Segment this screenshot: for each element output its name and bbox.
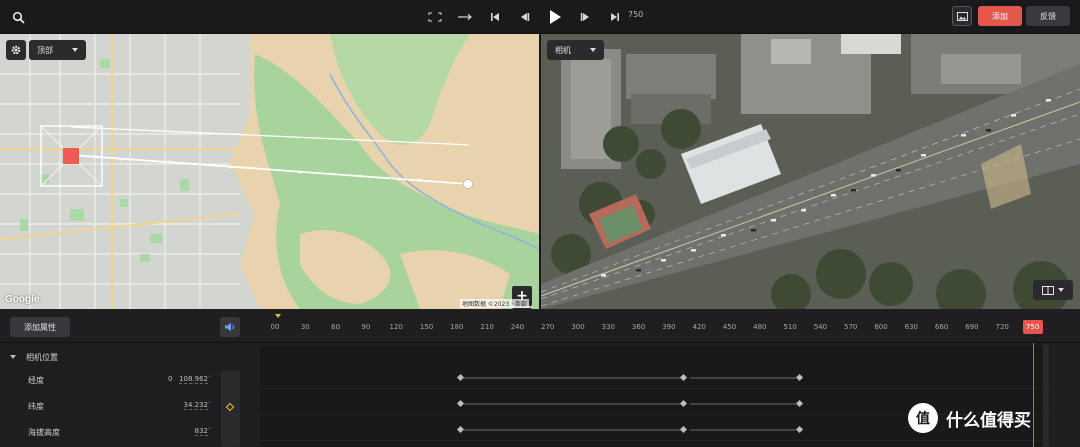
ruler-tick: 390 bbox=[662, 323, 676, 331]
property-name: 经度 bbox=[28, 376, 44, 385]
skip-to-end-icon[interactable] bbox=[600, 6, 630, 28]
stepper-icon[interactable]: ⌃ bbox=[207, 401, 212, 408]
gear-icon bbox=[11, 45, 21, 55]
ruler-tick: 240 bbox=[510, 323, 525, 331]
step-back-icon[interactable] bbox=[510, 6, 540, 28]
ruler-tick: 600 bbox=[874, 323, 888, 331]
search-icon[interactable] bbox=[12, 10, 26, 24]
group-camera-position[interactable]: 相机位置 bbox=[0, 348, 260, 366]
property-value[interactable]: 34.232 bbox=[183, 401, 208, 410]
property-name: 海拔高度 bbox=[28, 428, 60, 437]
ruler-tick: 60 bbox=[331, 323, 341, 331]
start-marker[interactable] bbox=[275, 314, 281, 318]
keyframe[interactable] bbox=[795, 425, 804, 434]
ruler-tick: 120 bbox=[389, 323, 403, 331]
loop-range-icon[interactable] bbox=[450, 6, 480, 28]
caret-down-icon[interactable] bbox=[10, 355, 16, 359]
chevron-down-icon bbox=[1058, 288, 1064, 292]
track-longitude[interactable] bbox=[260, 367, 1050, 389]
satellite-imagery bbox=[541, 34, 1080, 309]
playback-controls bbox=[420, 6, 630, 28]
view-mode-select[interactable]: 顶部 bbox=[29, 40, 86, 60]
keyframe-diamond-icon bbox=[225, 402, 235, 412]
audio-toggle-button[interactable] bbox=[220, 317, 240, 337]
feedback-button[interactable]: 反馈 bbox=[1026, 6, 1070, 26]
step-forward-icon[interactable] bbox=[570, 6, 600, 28]
ruler-tick: 30 bbox=[300, 323, 310, 331]
stepper-icon[interactable]: ⌃ bbox=[207, 427, 212, 434]
add-button[interactable]: 添加 bbox=[978, 6, 1022, 26]
keyframe[interactable] bbox=[456, 425, 465, 434]
add-keyframe-button[interactable] bbox=[221, 371, 240, 447]
ruler-tick: 540 bbox=[813, 323, 828, 331]
ruler-tick: 630 bbox=[904, 323, 918, 331]
ruler-tick: 360 bbox=[631, 323, 646, 331]
site-watermark: 值 什么值得买 bbox=[908, 400, 1078, 436]
play-icon[interactable] bbox=[540, 6, 570, 28]
top-toolbar: 750 添加 反馈 bbox=[0, 0, 1080, 34]
keyframe[interactable] bbox=[679, 373, 688, 382]
watermark-text: 什么值得买 bbox=[946, 410, 1031, 431]
ruler-tick: 720 bbox=[995, 323, 1009, 331]
fullscreen-icon[interactable] bbox=[420, 6, 450, 28]
keyframe[interactable] bbox=[679, 425, 688, 434]
ruler-tick: 150 bbox=[419, 323, 434, 331]
ruler-tick: 450 bbox=[722, 323, 737, 331]
split-view-icon bbox=[1042, 285, 1054, 295]
keyframe[interactable] bbox=[456, 399, 465, 408]
settings-button[interactable] bbox=[6, 40, 26, 60]
camera-mode-label: 相机 bbox=[555, 45, 571, 55]
view-mode-label: 顶部 bbox=[37, 45, 53, 55]
ruler-tick: 570 bbox=[844, 323, 858, 331]
property-name: 纬度 bbox=[28, 402, 44, 411]
frame-ruler[interactable]: 00 30 60 90 120 150 180 210 240 270 300 330 360 390 42… bbox=[260, 317, 1050, 337]
ruler-tick: 270 bbox=[541, 323, 555, 331]
speaker-icon bbox=[225, 323, 234, 331]
google-logo: Google bbox=[5, 294, 40, 305]
skip-to-start-icon[interactable] bbox=[480, 6, 510, 28]
ruler-tick: 300 bbox=[571, 323, 585, 331]
ruler-tick: 690 bbox=[965, 323, 979, 331]
ruler-tick: 480 bbox=[753, 323, 767, 331]
camera-preview[interactable]: 相机 bbox=[541, 34, 1080, 309]
chevron-down-icon bbox=[72, 48, 78, 52]
ruler-tick: 510 bbox=[783, 323, 797, 331]
image-icon bbox=[956, 11, 968, 21]
playhead-frame-label[interactable]: 750 bbox=[1022, 320, 1043, 334]
split-layout-button[interactable] bbox=[1033, 280, 1073, 300]
map-view[interactable]: 顶部 + − Google 地图数据 ©2023 · 条款 bbox=[0, 34, 539, 309]
map-attribution[interactable]: 地图数据 ©2023 · 条款 bbox=[460, 299, 529, 308]
timeline-header: 添加属性 00 30 60 90 120 150 180 210 240 270 300 330 360… bbox=[0, 309, 1080, 343]
keyframe[interactable] bbox=[795, 399, 804, 408]
ruler-tick: 420 bbox=[692, 323, 706, 331]
chevron-down-icon bbox=[590, 48, 596, 52]
property-value[interactable]: 108.962 bbox=[179, 375, 208, 384]
image-export-button[interactable] bbox=[952, 6, 972, 26]
ruler-tick: 660 bbox=[934, 323, 949, 331]
ruler-tick: 00 bbox=[270, 323, 280, 331]
ruler-tick: 180 bbox=[450, 323, 464, 331]
ruler-tick: 210 bbox=[480, 323, 494, 331]
keyframe[interactable] bbox=[679, 399, 688, 408]
group-label: 相机位置 bbox=[26, 352, 58, 362]
terrain-map bbox=[0, 34, 539, 309]
ruler-tick: 90 bbox=[361, 323, 371, 331]
keyframe[interactable] bbox=[795, 373, 804, 382]
camera-select[interactable]: 相机 bbox=[547, 40, 604, 60]
property-value-low[interactable]: 0 bbox=[168, 375, 172, 383]
stepper-icon[interactable]: ⌃ bbox=[207, 375, 212, 382]
watermark-logo: 值 bbox=[908, 403, 938, 433]
ruler-tick: 330 bbox=[601, 323, 615, 331]
add-property-button[interactable]: 添加属性 bbox=[10, 317, 70, 337]
keyframe[interactable] bbox=[456, 373, 465, 382]
frame-counter: 750 bbox=[628, 10, 644, 19]
